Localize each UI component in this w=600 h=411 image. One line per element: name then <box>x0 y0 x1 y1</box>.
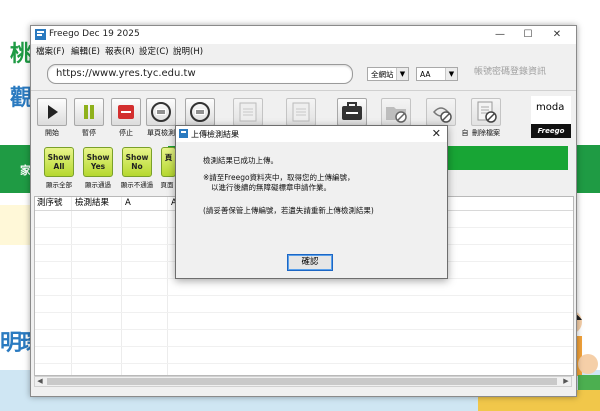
dialog-body: 檢測結果已成功上傳。 ※請至Freego資料夾中，取得您的上傳編號， 以進行後續… <box>177 142 446 277</box>
dialog-message-warning: (請妥善保管上傳編號，若遺失請重新上傳檢測結果) <box>203 206 374 215</box>
bg-heading-char: 觀 <box>10 86 33 111</box>
bg-heading-char: 桃 <box>10 42 33 67</box>
window-title: Freego Dec 19 2025 <box>49 29 140 39</box>
url-input[interactable]: https://www.yres.tyc.edu.tw <box>47 64 353 84</box>
logo-bottom-text: Freego <box>531 124 571 138</box>
show-yes-label: 顯示通過 <box>85 181 111 189</box>
bg-yellow-strip <box>0 205 30 245</box>
one-disabled-icon <box>239 102 257 122</box>
horizontal-scrollbar[interactable]: ◀ ▶ <box>34 376 572 387</box>
column-header-a[interactable]: A <box>125 197 131 210</box>
ok-button[interactable]: 確認 <box>287 254 333 271</box>
stop-button[interactable]: 停止 <box>111 98 141 137</box>
upload-result-dialog: 上傳檢測結果 ✕ 檢測結果已成功上傳。 ※請至Freego資料夾中，取得您的上傳… <box>175 125 448 279</box>
start-button[interactable]: 開始 <box>37 98 67 137</box>
menu-help[interactable]: 說明(H) <box>173 45 203 57</box>
level-value: AA <box>420 70 431 79</box>
toolbar-divider <box>31 90 576 91</box>
chevron-down-icon: ▼ <box>396 68 408 80</box>
menu-bar: 檔案(F) 編輯(E) 報表(R) 設定(C) 說明(H) <box>31 44 576 58</box>
stop-icon <box>118 105 134 119</box>
dialog-message-note2: 以進行後續的無障礙標章申請作業。 <box>211 183 331 192</box>
minimize-button[interactable]: — <box>486 26 514 44</box>
scroll-right-icon[interactable]: ▶ <box>561 377 571 386</box>
title-bar: Freego Dec 19 2025 — ☐ ✕ <box>31 26 576 44</box>
scope-select[interactable]: 全網站 ▼ <box>367 67 409 81</box>
scroll-left-icon[interactable]: ◀ <box>35 377 45 386</box>
column-divider <box>121 197 122 375</box>
menu-report[interactable]: 報表(R) <box>105 45 135 57</box>
toolbar-label: 開始 <box>45 129 59 137</box>
pause-button[interactable]: 暫停 <box>74 98 104 137</box>
folder-icon <box>386 107 407 123</box>
show-all-label: 顯示全部 <box>46 181 72 189</box>
column-divider <box>167 197 168 375</box>
row-divider <box>35 329 573 330</box>
delete-file-button[interactable]: 刪除檔案 <box>471 98 501 137</box>
toolbar-label: 暫停 <box>82 129 96 137</box>
row-divider <box>35 363 573 364</box>
menu-edit[interactable]: 編輯(E) <box>71 45 100 57</box>
one-page-icon <box>151 102 171 122</box>
bg-heading-char: 明 <box>0 331 23 356</box>
column-header-seq[interactable]: 測序號 <box>37 197 63 210</box>
dialog-close-icon[interactable]: ✕ <box>432 127 441 140</box>
moda-freego-logo: moda Freego <box>531 96 571 138</box>
play-icon <box>48 105 58 119</box>
column-header-result[interactable]: 檢測結果 <box>75 197 109 210</box>
all-disabled-icon <box>292 102 310 122</box>
row-divider <box>35 295 573 296</box>
freego-app-icon <box>35 29 46 40</box>
scrollbar-thumb[interactable] <box>47 378 557 385</box>
delete-file-icon <box>477 101 497 123</box>
close-button[interactable]: ✕ <box>543 26 571 44</box>
column-divider <box>71 197 72 375</box>
dialog-title-bar: 上傳檢測結果 ✕ <box>176 126 447 142</box>
dialog-title: 上傳檢測結果 <box>191 130 239 139</box>
toolbar-label: 刪除檔案 <box>472 129 500 137</box>
show-page-button[interactable]: 頁 <box>161 147 176 177</box>
show-all-button[interactable]: Show All <box>44 147 74 177</box>
disable-icon <box>433 107 452 123</box>
freego-app-icon <box>179 129 188 138</box>
all-pages-icon <box>190 102 210 122</box>
menu-settings[interactable]: 設定(C) <box>139 45 169 57</box>
logo-top-text: moda <box>536 102 565 113</box>
single-page-check-button[interactable]: 單頁檢測 <box>146 98 176 137</box>
show-yes-button[interactable]: Show Yes <box>83 147 113 177</box>
account-register-button[interactable]: 帳號密碼登錄資訊 <box>456 62 564 82</box>
dialog-message-success: 檢測結果已成功上傳。 <box>203 156 278 165</box>
menu-file[interactable]: 檔案(F) <box>36 45 65 57</box>
show-no-button[interactable]: Show No <box>122 147 152 177</box>
row-divider <box>35 312 573 313</box>
scope-value: 全網站 <box>371 70 394 79</box>
pause-icon <box>84 105 94 119</box>
url-text: https://www.yres.tyc.edu.tw <box>56 68 196 79</box>
maximize-button[interactable]: ☐ <box>514 26 542 44</box>
row-divider <box>35 346 573 347</box>
tools-icon <box>342 102 362 120</box>
level-select[interactable]: AA ▼ <box>416 67 458 81</box>
